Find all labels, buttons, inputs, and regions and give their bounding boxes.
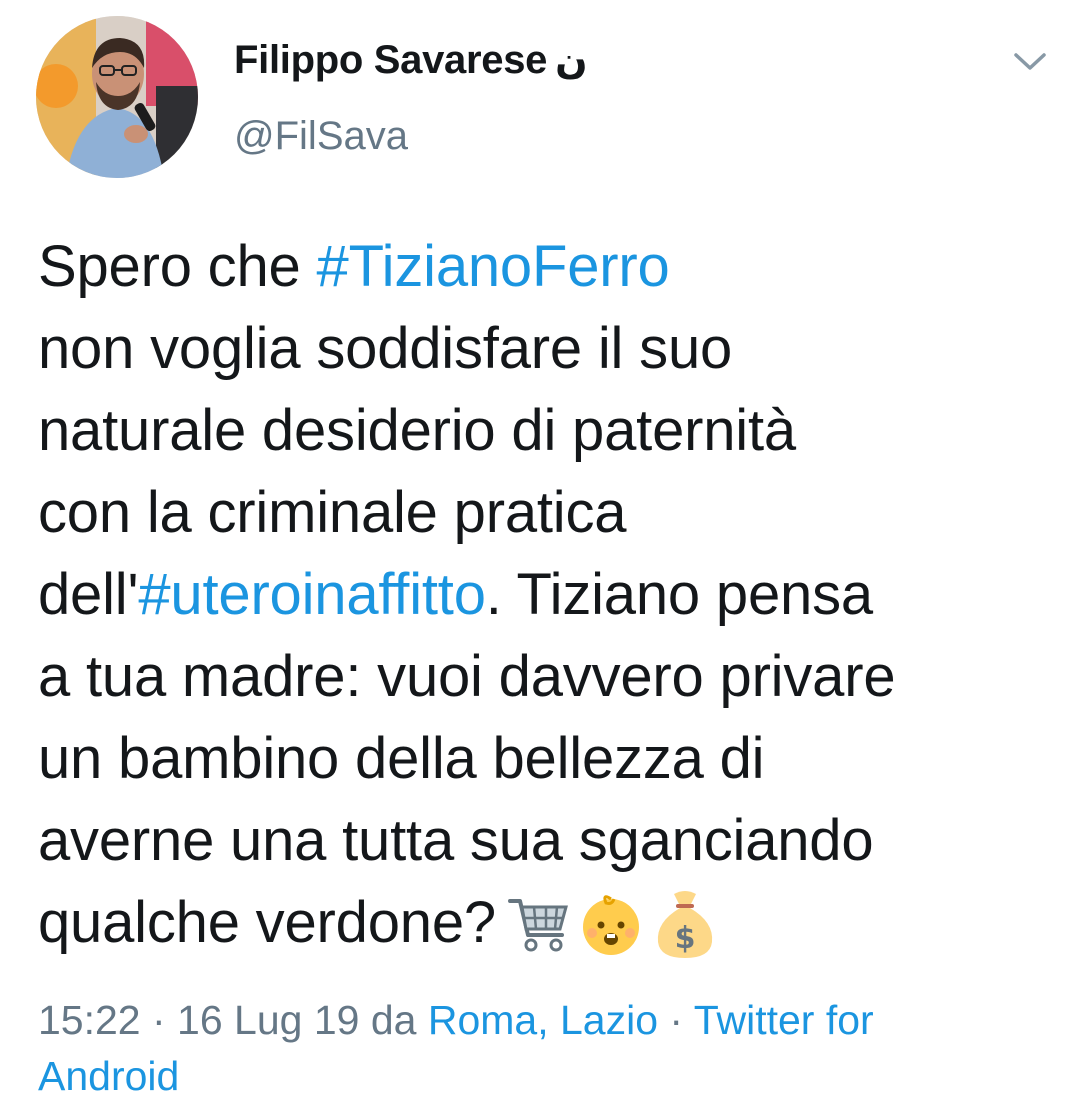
tweet-text-fragment: qualche verdone? xyxy=(38,890,496,955)
client-link[interactable]: Twitter for xyxy=(694,997,874,1043)
tweet-line: un bambino della bellezza di xyxy=(38,726,765,791)
tweet-line: non voglia soddisfare il suo xyxy=(38,316,733,381)
meta-line: 15:22 · 16 Lug 19 da Roma, Lazio · Twitt… xyxy=(38,992,1048,1048)
money-bag-icon: $ xyxy=(657,891,713,959)
tweet-text-fragment: dell' xyxy=(38,562,139,627)
author-name-text: Filippo Savarese xyxy=(234,38,548,82)
tweet-text-fragment: Spero che xyxy=(38,234,317,299)
author-name-badge: ن xyxy=(555,38,588,82)
tweet-line: qualche verdone? $ xyxy=(38,882,1048,968)
tweet-line: con la criminale pratica xyxy=(38,480,627,545)
avatar-photo xyxy=(36,16,198,178)
meta-separator: · xyxy=(658,997,694,1043)
tweet-line: naturale desiderio di paternità xyxy=(38,398,796,463)
meta-from-label: da xyxy=(359,997,428,1043)
hashtag-tizianoferro[interactable]: #TizianoFerro xyxy=(317,234,670,299)
meta-separator: · xyxy=(140,997,178,1043)
tweet-date: 16 Lug 19 xyxy=(177,997,360,1043)
tweet-line: a tua madre: vuoi davvero privare xyxy=(38,644,896,709)
tweet-metadata: 15:22 · 16 Lug 19 da Roma, Lazio · Twitt… xyxy=(38,992,1048,1104)
svg-text:$: $ xyxy=(675,921,696,956)
author-display-name[interactable]: Filippo Savarese ن xyxy=(234,38,588,83)
shopping-cart-icon xyxy=(507,899,568,952)
tweet-text: Spero che #TizianoFerro non voglia soddi… xyxy=(38,226,1048,968)
baby-icon xyxy=(582,895,639,956)
avatar[interactable] xyxy=(36,16,198,178)
tweet-text-fragment: . Tiziano pensa xyxy=(485,562,873,627)
chevron-down-icon[interactable] xyxy=(1008,44,1052,78)
meta-line: Android xyxy=(38,1048,1048,1104)
tweet-time: 15:22 xyxy=(38,997,141,1043)
tweet-line: averne una tutta sua sganciando xyxy=(38,808,874,873)
client-link-continued[interactable]: Android xyxy=(38,1053,179,1099)
emoji-group: $ xyxy=(506,880,724,962)
hashtag-uteroinaffitto[interactable]: #uteroinaffitto xyxy=(138,562,486,627)
tweet-line: dell'#uteroinaffitto. Tiziano pensa xyxy=(38,554,1048,636)
location-link[interactable]: Roma, Lazio xyxy=(428,997,658,1043)
tweet-line: Spero che #TizianoFerro xyxy=(38,226,1048,308)
author-handle[interactable]: @FilSava xyxy=(234,114,408,159)
